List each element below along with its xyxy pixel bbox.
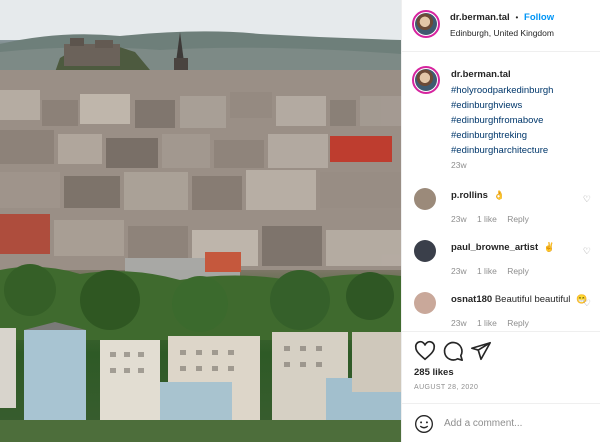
post-photo[interactable] bbox=[0, 0, 401, 442]
comment-item: p.rollins 👌 23w 1 like Reply ♡ bbox=[402, 188, 600, 228]
commenter-username[interactable]: p.rollins bbox=[451, 190, 488, 201]
hashtag-link[interactable]: #edinburgharchitecture bbox=[451, 143, 553, 158]
comment-like-heart-icon[interactable]: ♡ bbox=[583, 194, 591, 205]
caption-time: 23w bbox=[451, 160, 467, 170]
add-comment-input[interactable]: Add a comment... bbox=[444, 418, 522, 429]
comment-reply-button[interactable]: Reply bbox=[507, 214, 529, 224]
comment-time: 23w bbox=[451, 318, 467, 328]
post-header: dr.berman.tal • Follow Edinburgh, United… bbox=[402, 0, 600, 52]
author-username[interactable]: dr.berman.tal bbox=[450, 12, 510, 23]
comment-likes[interactable]: 1 like bbox=[477, 214, 497, 224]
post-side-panel: dr.berman.tal • Follow Edinburgh, United… bbox=[401, 0, 600, 442]
share-icon[interactable] bbox=[470, 340, 492, 362]
hashtag-link[interactable]: #edinburghtreking bbox=[451, 128, 553, 143]
comment-time: 23w bbox=[451, 214, 467, 224]
comment-like-heart-icon[interactable]: ♡ bbox=[583, 298, 591, 309]
comment-item: paul_browne_artist ✌ 23w 1 like Reply ♡ bbox=[402, 240, 600, 280]
hashtag-link[interactable]: #holyroodparkedinburgh bbox=[451, 83, 553, 98]
comment-time: 23w bbox=[451, 266, 467, 276]
emoji-smile-icon[interactable] bbox=[414, 414, 434, 434]
post-location[interactable]: Edinburgh, United Kingdom bbox=[450, 28, 554, 38]
author-avatar[interactable] bbox=[412, 10, 440, 38]
edinburgh-cityscape-image bbox=[0, 0, 401, 442]
follow-button[interactable]: Follow bbox=[524, 12, 554, 23]
comment-text: Beautiful beautiful bbox=[494, 294, 571, 305]
add-comment-bar: Add a comment... bbox=[402, 403, 600, 442]
caption-username[interactable]: dr.berman.tal bbox=[451, 69, 511, 80]
comment-likes[interactable]: 1 like bbox=[477, 318, 497, 328]
likes-count[interactable]: 285 likes bbox=[414, 367, 454, 378]
commenter-avatar[interactable] bbox=[414, 188, 436, 210]
comment-reply-button[interactable]: Reply bbox=[507, 266, 529, 276]
hashtag-link[interactable]: #edinburghviews bbox=[451, 98, 553, 113]
commenter-avatar[interactable] bbox=[414, 240, 436, 262]
comment-emoji: ✌ bbox=[543, 242, 555, 252]
comment-item: osnat180 Beautiful beautiful 😁 23w 1 lik… bbox=[402, 292, 600, 332]
follow-separator: • bbox=[515, 13, 519, 22]
commenter-username[interactable]: osnat180 bbox=[451, 294, 492, 305]
caption-hashtags: #holyroodparkedinburgh #edinburghviews #… bbox=[451, 83, 553, 158]
hashtag-link[interactable]: #edinburghfromabove bbox=[451, 113, 553, 128]
post-date: AUGUST 28, 2020 bbox=[414, 384, 479, 391]
heart-icon[interactable] bbox=[414, 340, 436, 362]
comment-reply-button[interactable]: Reply bbox=[507, 318, 529, 328]
commenter-username[interactable]: paul_browne_artist bbox=[451, 242, 538, 253]
caption-author-avatar[interactable] bbox=[412, 66, 440, 94]
commenter-avatar[interactable] bbox=[414, 292, 436, 314]
comment-like-heart-icon[interactable]: ♡ bbox=[583, 246, 591, 257]
comment-emoji: 👌 bbox=[493, 190, 505, 200]
comment-icon[interactable] bbox=[442, 340, 464, 362]
post-actions: 285 likes AUGUST 28, 2020 Add a comment.… bbox=[402, 331, 600, 441]
comment-likes[interactable]: 1 like bbox=[477, 266, 497, 276]
